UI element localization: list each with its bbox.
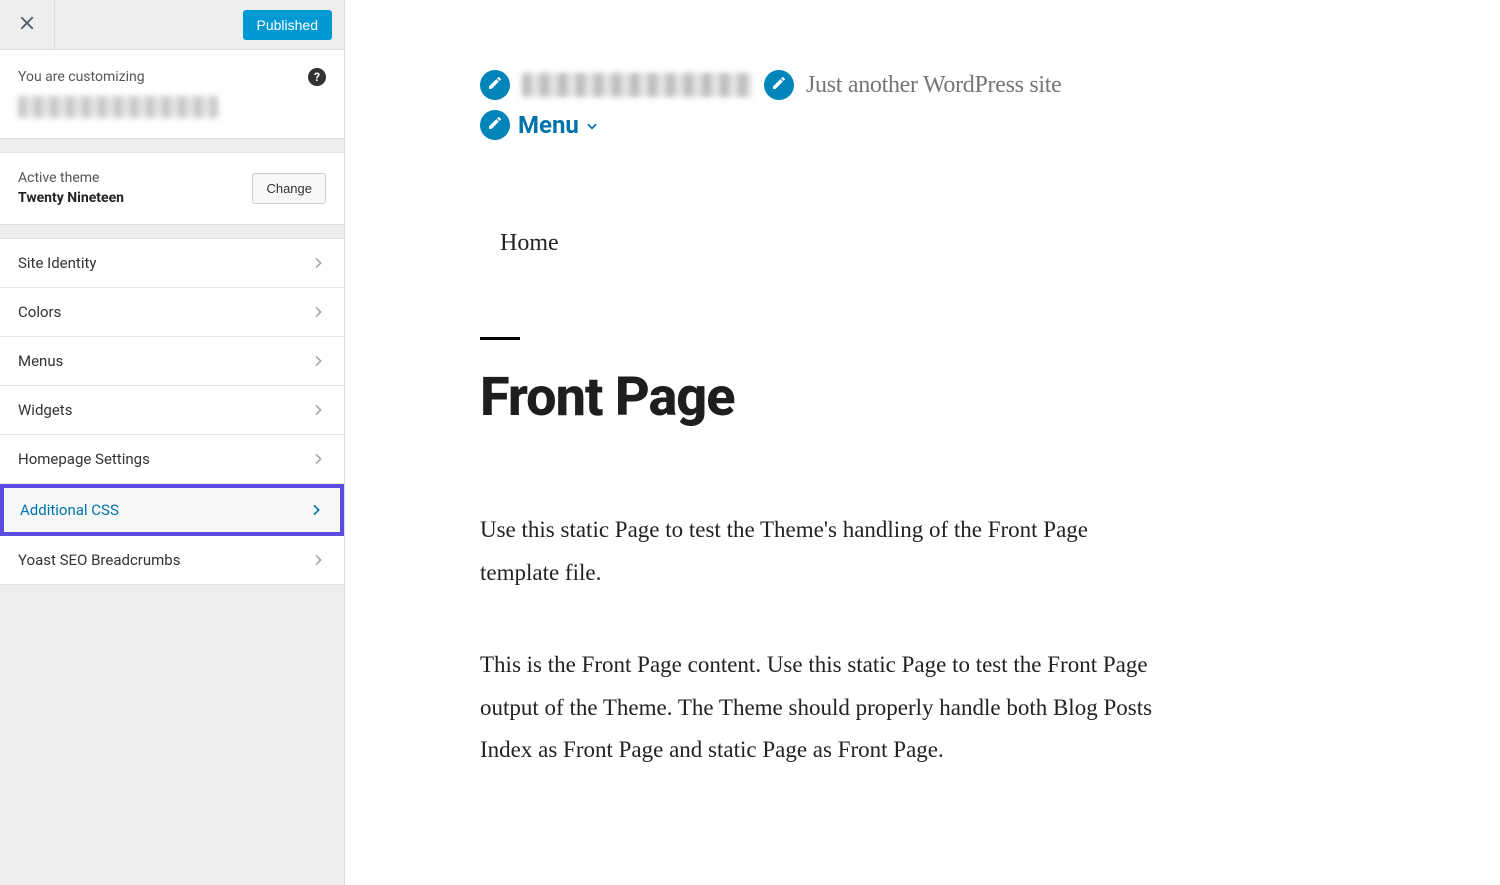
sidebar-item-menus[interactable]: Menus: [0, 337, 344, 386]
content-paragraph: Use this static Page to test the Theme's…: [480, 509, 1160, 594]
sidebar-fill: [0, 585, 344, 885]
breadcrumb[interactable]: Home: [500, 230, 1460, 257]
sidebar-item-label: Site Identity: [18, 254, 96, 272]
menu-list: Site Identity Colors Menus Widgets Homep…: [0, 239, 344, 585]
chevron-right-icon: [308, 502, 324, 518]
chevron-right-icon: [310, 255, 326, 271]
page-title: Front Page: [480, 366, 1460, 429]
sidebar-item-label: Additional CSS: [20, 501, 119, 519]
edit-tagline-button[interactable]: [764, 70, 794, 100]
customizer-sidebar: Published You are customizing ? Active t…: [0, 0, 345, 885]
preview-pane: Just another WordPress site Menu Home Fr…: [345, 0, 1500, 885]
pencil-icon: [487, 75, 503, 95]
sidebar-item-label: Menus: [18, 352, 63, 370]
sidebar-item-widgets[interactable]: Widgets: [0, 386, 344, 435]
menu-label: Menu: [518, 111, 579, 139]
sidebar-item-homepage-settings[interactable]: Homepage Settings: [0, 435, 344, 484]
chevron-right-icon: [310, 451, 326, 467]
pencil-icon: [771, 75, 787, 95]
site-menu-row: Menu: [480, 110, 1460, 140]
sidebar-item-yoast-breadcrumbs[interactable]: Yoast SEO Breadcrumbs: [0, 536, 344, 585]
active-theme-label: Active theme: [18, 169, 124, 189]
close-button[interactable]: [0, 0, 55, 49]
customizing-block: You are customizing ?: [0, 50, 344, 139]
sidebar-item-site-identity[interactable]: Site Identity: [0, 239, 344, 288]
sidebar-item-label: Homepage Settings: [18, 450, 150, 468]
sidebar-item-label: Widgets: [18, 401, 72, 419]
site-name-redacted: [18, 96, 218, 118]
sidebar-item-label: Yoast SEO Breadcrumbs: [18, 551, 180, 569]
close-icon: [18, 14, 36, 36]
spacer: [0, 139, 344, 153]
chevron-right-icon: [310, 552, 326, 568]
spacer: [0, 225, 344, 239]
site-header: Just another WordPress site: [480, 70, 1460, 100]
title-divider: [480, 337, 520, 340]
edit-site-title-button[interactable]: [480, 70, 510, 100]
chevron-right-icon: [310, 304, 326, 320]
content-paragraph: This is the Front Page content. Use this…: [480, 644, 1160, 772]
sidebar-item-label: Colors: [18, 303, 61, 321]
change-theme-button[interactable]: Change: [252, 173, 326, 204]
pencil-icon: [487, 115, 503, 135]
chevron-right-icon: [310, 353, 326, 369]
sidebar-topbar: Published: [0, 0, 344, 50]
active-theme-block: Active theme Twenty Nineteen Change: [0, 153, 344, 225]
menu-dropdown[interactable]: Menu: [518, 111, 599, 139]
sidebar-item-colors[interactable]: Colors: [0, 288, 344, 337]
published-button[interactable]: Published: [243, 10, 333, 40]
active-theme-name: Twenty Nineteen: [18, 190, 124, 206]
site-tagline: Just another WordPress site: [806, 72, 1062, 99]
chevron-right-icon: [310, 402, 326, 418]
edit-menu-button[interactable]: [480, 110, 510, 140]
help-icon[interactable]: ?: [308, 68, 326, 86]
site-title-redacted: [522, 73, 752, 97]
customizing-label: You are customizing: [18, 69, 145, 85]
sidebar-item-additional-css[interactable]: Additional CSS: [0, 484, 344, 536]
chevron-down-icon: [585, 111, 599, 139]
